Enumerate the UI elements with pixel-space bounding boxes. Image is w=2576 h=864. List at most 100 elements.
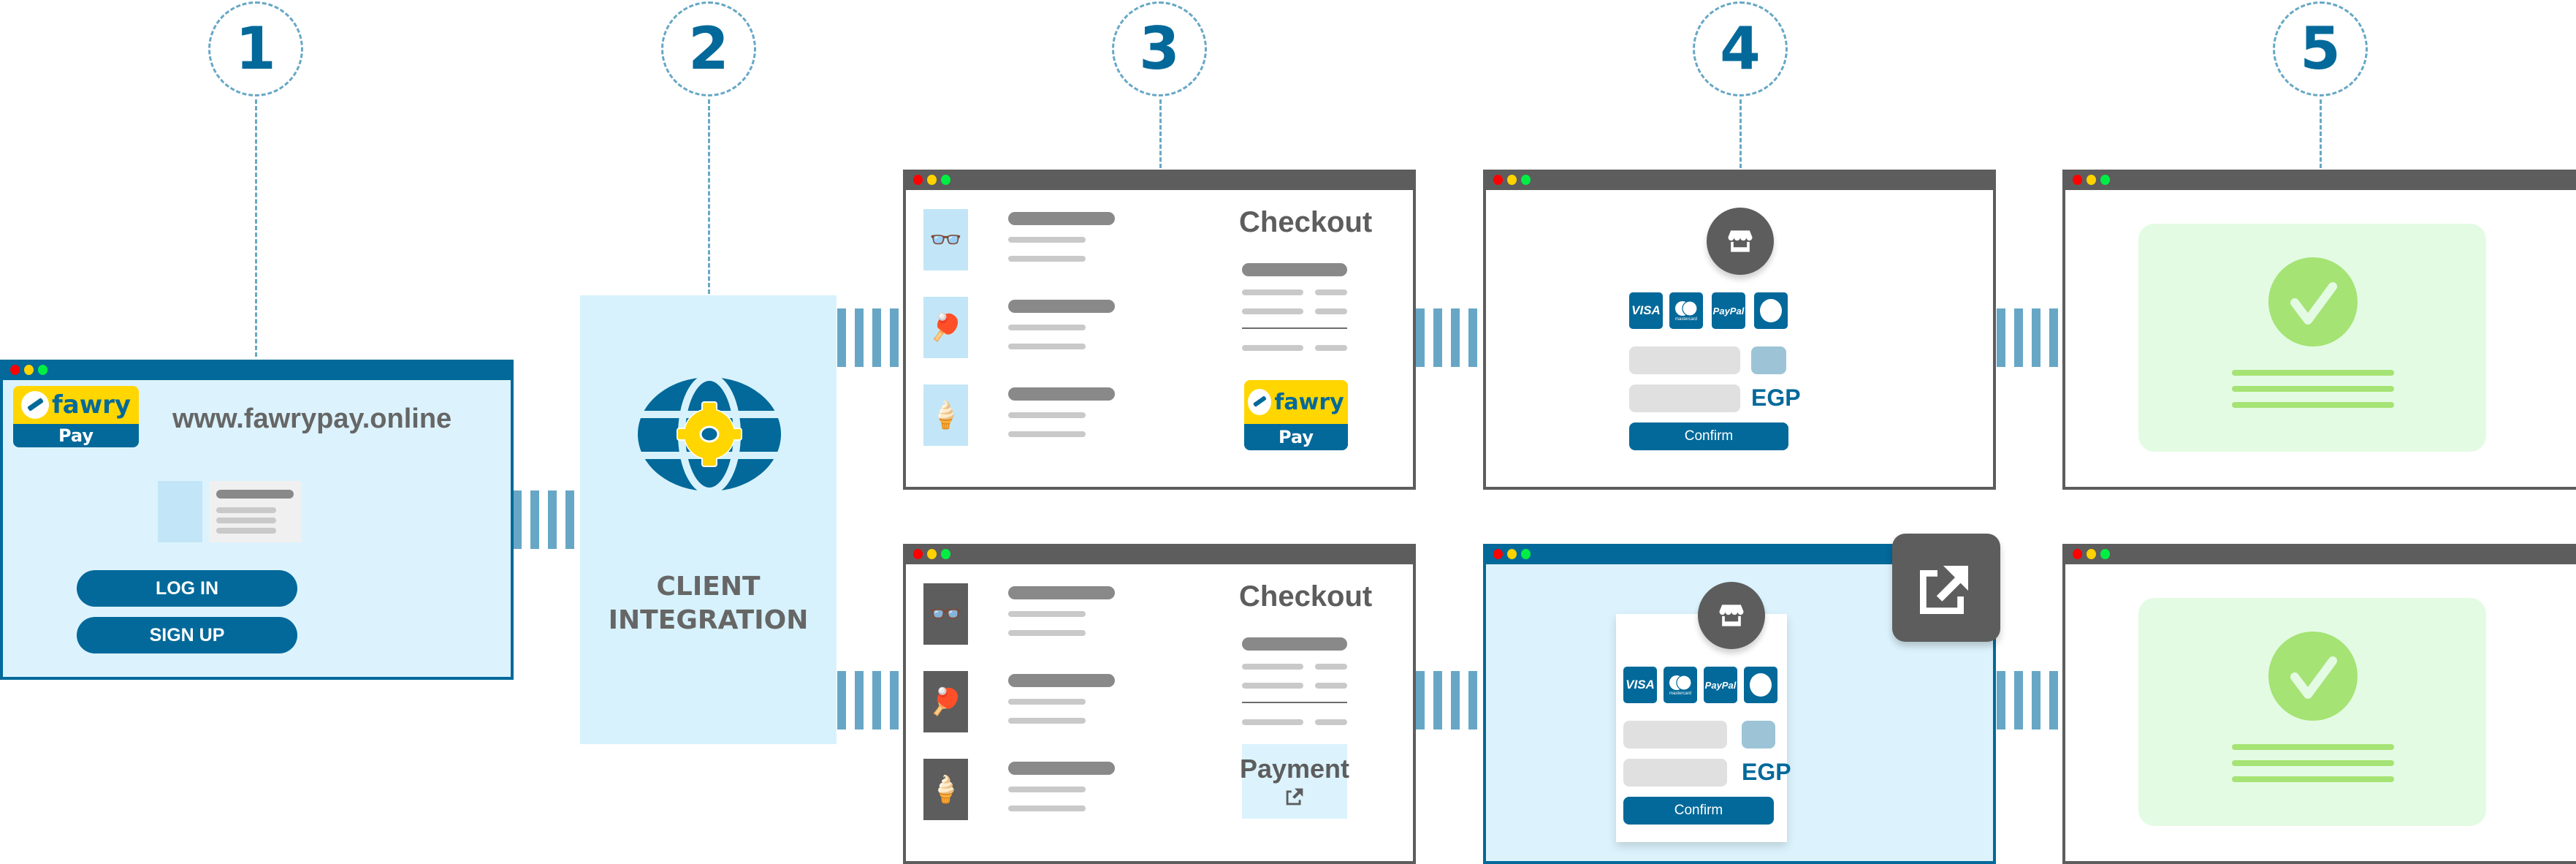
summary-line <box>1242 289 1303 295</box>
success-text-line <box>2232 370 2394 376</box>
fawry-swirl-icon <box>1750 673 1772 697</box>
check-circle-icon <box>2268 257 2358 346</box>
success-text-line <box>2232 402 2394 408</box>
summary-value <box>1315 664 1347 670</box>
step-4-marker: 4 <box>1693 1 1788 96</box>
fawry-card-icon[interactable] <box>1744 667 1777 703</box>
step-4-leader <box>1739 99 1742 168</box>
product-line <box>1008 412 1086 418</box>
maximize-dot <box>1521 175 1531 185</box>
paypal-card-icon[interactable]: PayPal <box>1712 292 1745 329</box>
fawry-swirl-icon <box>20 391 49 419</box>
integration-label-line2: INTEGRATION <box>608 605 809 635</box>
cvv-field[interactable] <box>1742 721 1775 749</box>
amount-field[interactable] <box>1629 384 1740 412</box>
summary-value <box>1315 308 1347 314</box>
ping-pong-icon: 🏓 <box>929 687 962 717</box>
product-thumb-pingpong: 🏓 <box>923 671 968 732</box>
fawry-card-icon[interactable] <box>1754 292 1788 329</box>
connector-4-5-bottom <box>1997 671 2058 730</box>
product-thumb-glasses: 👓 <box>923 209 968 270</box>
visa-card-icon[interactable]: VISA <box>1629 292 1663 329</box>
product-line <box>1008 699 1086 705</box>
product-thumb-glasses: 👓 <box>923 583 968 645</box>
signup-button[interactable]: SIGN UP <box>77 617 297 653</box>
fawry-portal-window: fawry Pay www.fawrypay.online LOG IN SIG… <box>0 360 514 680</box>
window-titlebar <box>2062 170 2576 190</box>
product-line <box>1008 718 1086 724</box>
step-5-marker: 5 <box>2273 1 2368 96</box>
mastercard-card-icon[interactable]: mastercard <box>1664 667 1697 703</box>
summary-total-value <box>1315 345 1347 351</box>
connector-1-2 <box>513 490 574 549</box>
glasses-icon: 👓 <box>929 599 962 629</box>
confirm-button[interactable]: Confirm <box>1623 797 1774 825</box>
success-card <box>2138 224 2486 452</box>
summary-header <box>1242 637 1347 651</box>
external-link-badge <box>1892 534 2000 642</box>
integration-label-line1: CLIENT <box>656 572 761 602</box>
maximize-dot <box>941 549 950 559</box>
minimize-dot <box>24 365 34 375</box>
success-text-line <box>2232 386 2394 392</box>
window-titlebar <box>0 360 514 380</box>
product-line <box>1008 325 1086 330</box>
checkout-window-fawry: 👓 🏓 🍦 Checkout fawry Pay <box>903 170 1416 490</box>
close-dot <box>2073 175 2082 185</box>
text-line <box>216 507 276 513</box>
success-text-line <box>2232 744 2394 750</box>
amount-field[interactable] <box>1623 759 1727 787</box>
product-line <box>1008 431 1086 437</box>
glasses-icon: 👓 <box>929 225 962 255</box>
fawry-pay-label: Pay <box>1244 424 1348 450</box>
minimize-dot <box>2087 549 2096 559</box>
success-window-top <box>2062 170 2576 490</box>
summary-total <box>1242 345 1303 351</box>
maximize-dot <box>38 365 47 375</box>
step-1-number: 1 <box>235 15 276 83</box>
fawry-swirl-icon <box>1760 299 1782 322</box>
external-link-icon <box>1286 788 1303 806</box>
product-title <box>1008 674 1115 687</box>
close-dot <box>1493 549 1503 559</box>
maximize-dot <box>2100 175 2110 185</box>
summary-line <box>1242 308 1303 314</box>
confirm-button[interactable]: Confirm <box>1629 422 1788 450</box>
summary-total-value <box>1315 719 1347 725</box>
text-line <box>216 528 276 534</box>
success-text-line <box>2232 760 2394 766</box>
card-number-field[interactable] <box>1623 721 1727 749</box>
visa-card-icon[interactable]: VISA <box>1623 667 1657 703</box>
product-line <box>1008 787 1086 792</box>
checkout-title: Checkout <box>1239 580 1373 613</box>
product-title <box>1008 387 1115 401</box>
cvv-field[interactable] <box>1751 346 1786 374</box>
product-thumb-pingpong: 🏓 <box>923 297 968 358</box>
close-dot <box>2073 549 2082 559</box>
maximize-dot <box>2100 549 2110 559</box>
fawry-wordmark: fawry <box>51 390 132 420</box>
success-window-bottom <box>2062 544 2576 864</box>
step-3-leader <box>1159 99 1162 168</box>
fawry-pay-button[interactable]: fawry Pay <box>1244 380 1348 450</box>
connector-2-3-top <box>837 308 899 367</box>
payment-link-button[interactable]: Payment <box>1240 744 1349 819</box>
product-title <box>1008 586 1115 599</box>
portal-url[interactable]: www.fawrypay.online <box>172 403 451 435</box>
window-titlebar <box>903 170 1416 190</box>
step-3-marker: 3 <box>1112 1 1207 96</box>
step-1-leader <box>255 99 257 357</box>
login-button[interactable]: LOG IN <box>77 570 297 607</box>
close-dot <box>1493 175 1503 185</box>
globe-gear-icon <box>636 376 782 493</box>
paypal-card-icon[interactable]: PayPal <box>1704 667 1737 703</box>
maximize-dot <box>1521 549 1531 559</box>
store-avatar <box>1707 208 1774 275</box>
minimize-dot <box>1507 175 1517 185</box>
ping-pong-icon: 🏓 <box>929 313 962 343</box>
card-number-field[interactable] <box>1629 346 1740 374</box>
mastercard-card-icon[interactable]: mastercard <box>1669 292 1703 329</box>
checkout-title: Checkout <box>1239 206 1373 238</box>
step-5-number: 5 <box>2300 15 2341 83</box>
summary-line <box>1242 683 1303 689</box>
